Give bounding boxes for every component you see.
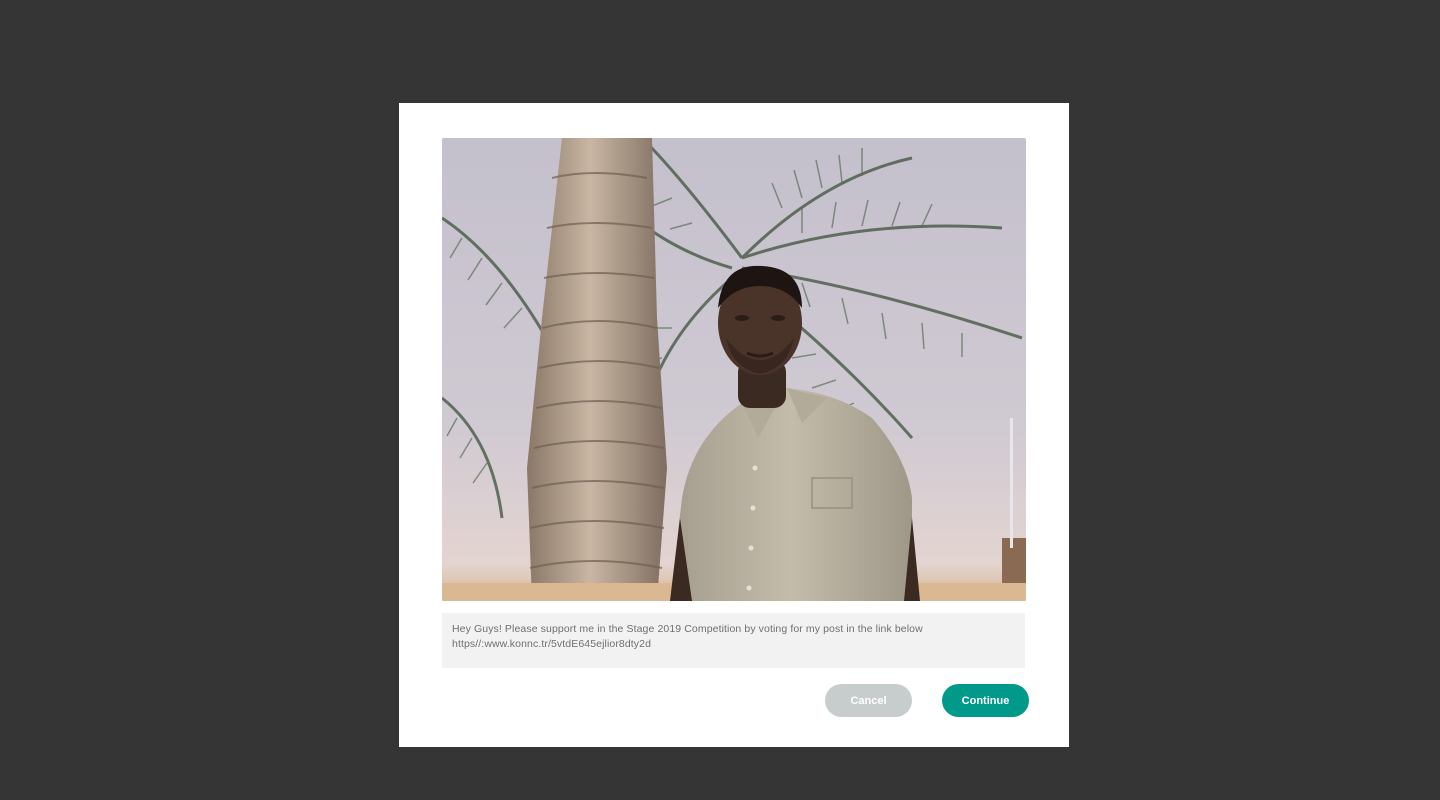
post-photo [442, 138, 1026, 601]
continue-button[interactable]: Continue [942, 684, 1029, 717]
caption-link: https//:www.konnc.tr/5vtdE645ejlior8dty2… [452, 638, 652, 650]
portrait-photo-illustration [442, 138, 1026, 601]
cancel-button[interactable]: Cancel [825, 684, 912, 717]
share-post-dialog: Hey Guys! Please support me in the Stage… [399, 103, 1069, 747]
caption-message: Hey Guys! Please support me in the Stage… [452, 623, 923, 635]
post-caption: Hey Guys! Please support me in the Stage… [442, 613, 1025, 668]
